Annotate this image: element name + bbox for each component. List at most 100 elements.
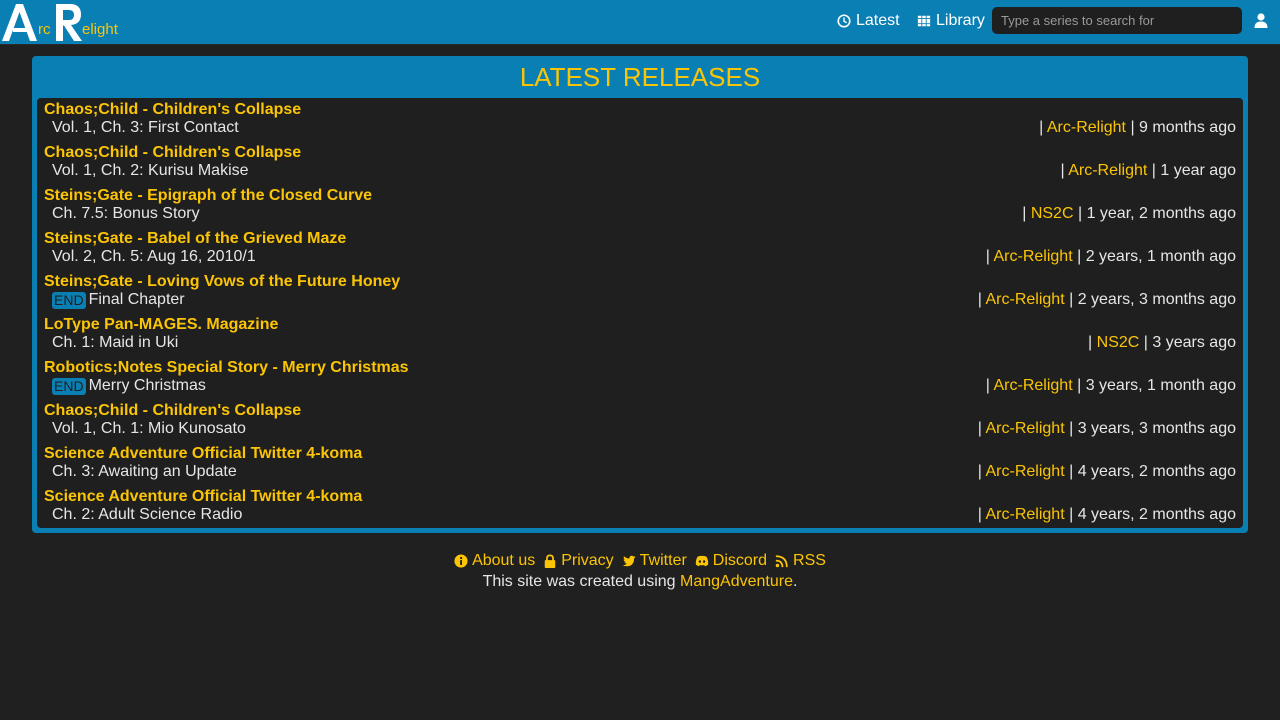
footer-about-link[interactable]: About us (454, 552, 535, 570)
release-chapter-link[interactable]: Ch. 2: Adult Science Radio (52, 506, 242, 524)
release-item: Steins;Gate - Loving Vows of the Future … (44, 270, 1236, 313)
release-chapter-title: Vol. 1, Ch. 3: First Contact (52, 119, 239, 136)
info-icon (454, 554, 468, 568)
svg-text:elight: elight (82, 21, 119, 38)
release-group-link[interactable]: Arc-Relight (986, 506, 1065, 523)
credits-prefix: This site was created using (482, 573, 680, 590)
release-series-link[interactable]: Science Adventure Official Twitter 4-kom… (44, 488, 362, 506)
release-item: Chaos;Child - Children's Collapse Vol. 1… (44, 399, 1236, 442)
footer-rss-link[interactable]: RSS (775, 552, 826, 570)
release-chapter-link[interactable]: Ch. 3: Awaiting an Update (52, 463, 237, 481)
discord-icon (695, 555, 708, 567)
release-chapter-title: Ch. 2: Adult Science Radio (52, 506, 243, 523)
release-item: Chaos;Child - Children's Collapse Vol. 1… (44, 141, 1236, 184)
release-series-link[interactable]: Chaos;Child - Children's Collapse (44, 144, 301, 162)
release-item: Steins;Gate - Epigraph of the Closed Cur… (44, 184, 1236, 227)
release-chapter-link[interactable]: Vol. 2, Ch. 5: Aug 16, 2010/1 (52, 248, 256, 266)
release-group-link[interactable]: Arc-Relight (1068, 162, 1147, 179)
release-chapter-title: Vol. 1, Ch. 2: Kurisu Makise (52, 162, 249, 179)
release-age: 3 years ago (1152, 334, 1236, 351)
release-age: 4 years, 2 months ago (1077, 506, 1236, 523)
release-age: 2 years, 1 month ago (1085, 248, 1236, 265)
release-item: Science Adventure Official Twitter 4-kom… (44, 485, 1236, 528)
footer-rss-label: RSS (793, 552, 826, 569)
release-group-link[interactable]: Arc-Relight (986, 291, 1065, 308)
nav-latest-label: Latest (856, 12, 900, 29)
release-group-link[interactable]: NS2C (1031, 205, 1074, 222)
release-meta: | Arc-Relight | 4 years, 2 months ago (977, 463, 1236, 480)
footer-privacy-label: Privacy (561, 552, 614, 569)
release-series-link[interactable]: LoType Pan-MAGES. Magazine (44, 316, 278, 334)
end-badge: END (52, 291, 86, 309)
release-age: 9 months ago (1139, 119, 1236, 136)
release-age: 3 years, 1 month ago (1085, 377, 1236, 394)
release-chapter-title: Vol. 2, Ch. 5: Aug 16, 2010/1 (52, 248, 256, 265)
user-icon[interactable] (1254, 13, 1268, 28)
release-series-link[interactable]: Steins;Gate - Babel of the Grieved Maze (44, 230, 346, 248)
footer-twitter-link[interactable]: Twitter (622, 552, 687, 570)
nav-library-label: Library (936, 12, 985, 29)
navbar-divider (0, 44, 1280, 45)
footer-privacy-link[interactable]: Privacy (543, 552, 614, 570)
nav-latest[interactable]: Latest (837, 0, 900, 42)
release-chapter-title: Ch. 3: Awaiting an Update (52, 463, 237, 480)
footer-twitter-label: Twitter (639, 552, 687, 569)
release-chapter-link[interactable]: Vol. 1, Ch. 2: Kurisu Makise (52, 162, 249, 180)
release-chapter-title: Vol. 1, Ch. 1: Mio Kunosato (52, 420, 246, 437)
end-badge: END (52, 377, 86, 395)
release-age: 2 years, 3 months ago (1077, 291, 1236, 308)
footer-discord-link[interactable]: Discord (695, 552, 767, 570)
release-chapter-title: Ch. 1: Maid in Uki (52, 334, 179, 351)
rss-icon (775, 555, 788, 568)
release-chapter-link[interactable]: END Merry Christmas (52, 377, 206, 395)
release-meta: | Arc-Relight | 2 years, 1 month ago (985, 248, 1236, 265)
release-item: Chaos;Child - Children's Collapse Vol. 1… (44, 98, 1236, 141)
release-item: LoType Pan-MAGES. Magazine Ch. 1: Maid i… (44, 313, 1236, 356)
release-series-link[interactable]: Chaos;Child - Children's Collapse (44, 402, 301, 420)
release-meta: | Arc-Relight | 3 years, 1 month ago (985, 377, 1236, 394)
release-series-link[interactable]: Science Adventure Official Twitter 4-kom… (44, 445, 362, 463)
release-chapter-title: Final Chapter (88, 291, 185, 308)
release-series-link[interactable]: Steins;Gate - Epigraph of the Closed Cur… (44, 187, 372, 205)
release-group-link[interactable]: Arc-Relight (1047, 119, 1126, 136)
release-meta: | Arc-Relight | 4 years, 2 months ago (977, 506, 1236, 523)
release-chapter-link[interactable]: Ch. 7.5: Bonus Story (52, 205, 200, 223)
footer-about-label: About us (472, 552, 536, 569)
release-series-link[interactable]: Chaos;Child - Children's Collapse (44, 101, 301, 119)
release-chapter-link[interactable]: Vol. 1, Ch. 3: First Contact (52, 119, 239, 137)
release-meta: | Arc-Relight | 3 years, 3 months ago (977, 420, 1236, 437)
series-search-input[interactable] (992, 7, 1242, 34)
release-group-link[interactable]: Arc-Relight (994, 248, 1073, 265)
clock-icon (837, 14, 851, 28)
svg-text:rc: rc (38, 21, 51, 38)
lock-icon (544, 554, 556, 568)
release-chapter-link[interactable]: END Final Chapter (52, 291, 185, 309)
top-navbar: rc elight Latest Library (0, 0, 1280, 44)
release-age: 1 year ago (1160, 162, 1236, 179)
footer-credits: This site was created using MangAdventur… (0, 573, 1280, 591)
footer-links: About us Privacy Twitter Discord RSS (0, 551, 1280, 571)
release-chapter-link[interactable]: Vol. 1, Ch. 1: Mio Kunosato (52, 420, 246, 438)
releases-list: Chaos;Child - Children's Collapse Vol. 1… (37, 98, 1243, 528)
release-group-link[interactable]: Arc-Relight (986, 463, 1065, 480)
mangadventure-link[interactable]: MangAdventure (680, 573, 793, 590)
nav-library[interactable]: Library (917, 0, 985, 42)
site-logo[interactable]: rc elight (0, 0, 124, 44)
release-group-link[interactable]: Arc-Relight (994, 377, 1073, 394)
latest-releases-panel: LATEST RELEASES Chaos;Child - Children's… (32, 56, 1248, 533)
release-age: 1 year, 2 months ago (1086, 205, 1236, 222)
release-group-link[interactable]: NS2C (1097, 334, 1140, 351)
panel-title: LATEST RELEASES (519, 62, 761, 92)
release-meta: | Arc-Relight | 9 months ago (1039, 119, 1236, 136)
release-series-link[interactable]: Robotics;Notes Special Story - Merry Chr… (44, 359, 409, 377)
release-item: Steins;Gate - Babel of the Grieved Maze … (44, 227, 1236, 270)
release-group-link[interactable]: Arc-Relight (986, 420, 1065, 437)
books-icon (917, 15, 931, 27)
release-age: 3 years, 3 months ago (1077, 420, 1236, 437)
release-item: Robotics;Notes Special Story - Merry Chr… (44, 356, 1236, 399)
twitter-icon (622, 555, 636, 567)
release-chapter-link[interactable]: Ch. 1: Maid in Uki (52, 334, 178, 352)
credits-suffix: . (792, 573, 798, 590)
release-series-link[interactable]: Steins;Gate - Loving Vows of the Future … (44, 273, 400, 291)
release-item: Science Adventure Official Twitter 4-kom… (44, 442, 1236, 485)
